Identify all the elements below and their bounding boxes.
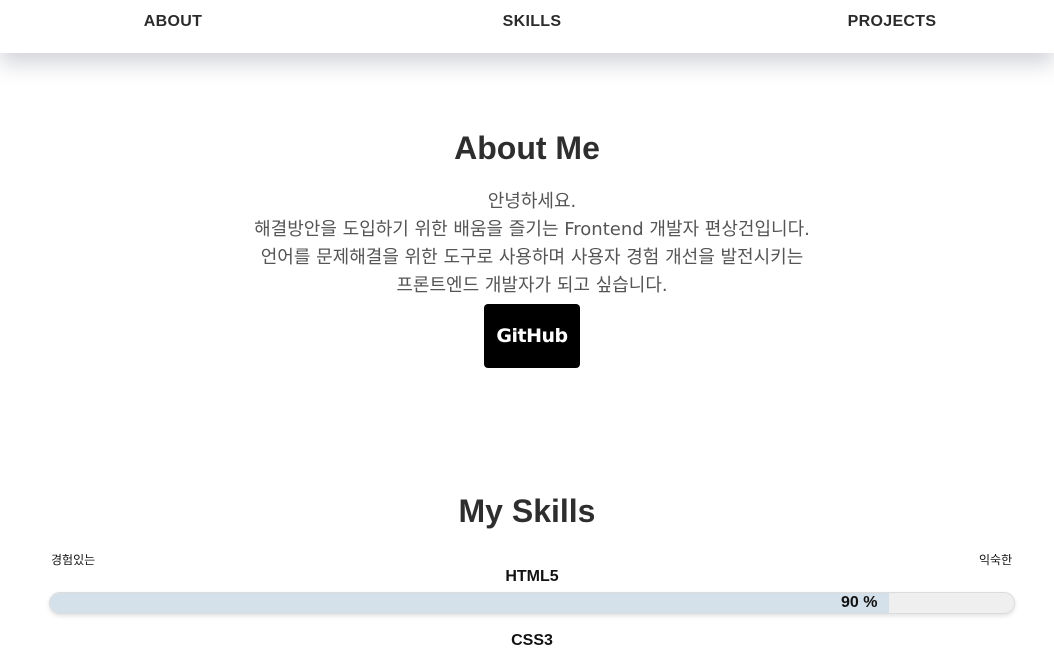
skill-name-html5: HTML5 — [505, 568, 559, 585]
github-logo-text: GitHub — [496, 325, 568, 347]
skill-progress-percent: 90 % — [841, 594, 878, 611]
about-intro-line: 프론트엔드 개발자가 되고 싶습니다. — [396, 275, 668, 296]
nav-link-about[interactable]: ABOUT — [73, 13, 273, 31]
skill-progress-fill — [50, 593, 889, 613]
about-intro-line: 해결방안을 도입하기 위한 배움을 즐기는 Frontend 개발자 편상건입니… — [254, 219, 810, 240]
about-title: About Me — [454, 130, 600, 166]
github-button[interactable]: GitHub — [484, 304, 580, 368]
about-intro-line: 언어를 문제해결을 위한 도구로 사용하며 사용자 경험 개선을 발전시키는 — [260, 247, 804, 268]
skills-title: My Skills — [458, 493, 596, 529]
top-navigation-bar: ABOUT SKILLS PROJECTS — [0, 0, 1054, 53]
about-greeting: 안녕하세요. — [487, 191, 577, 212]
skill-scale-right-label: 익숙한 — [979, 553, 1013, 567]
skill-scale-left-label: 경험있는 — [51, 553, 96, 567]
nav-link-skills[interactable]: SKILLS — [432, 13, 632, 31]
skill-progress-bar-html5: 90 % — [49, 592, 1015, 614]
nav-link-projects[interactable]: PROJECTS — [792, 13, 992, 31]
skill-name-css3: CSS3 — [511, 632, 553, 649]
